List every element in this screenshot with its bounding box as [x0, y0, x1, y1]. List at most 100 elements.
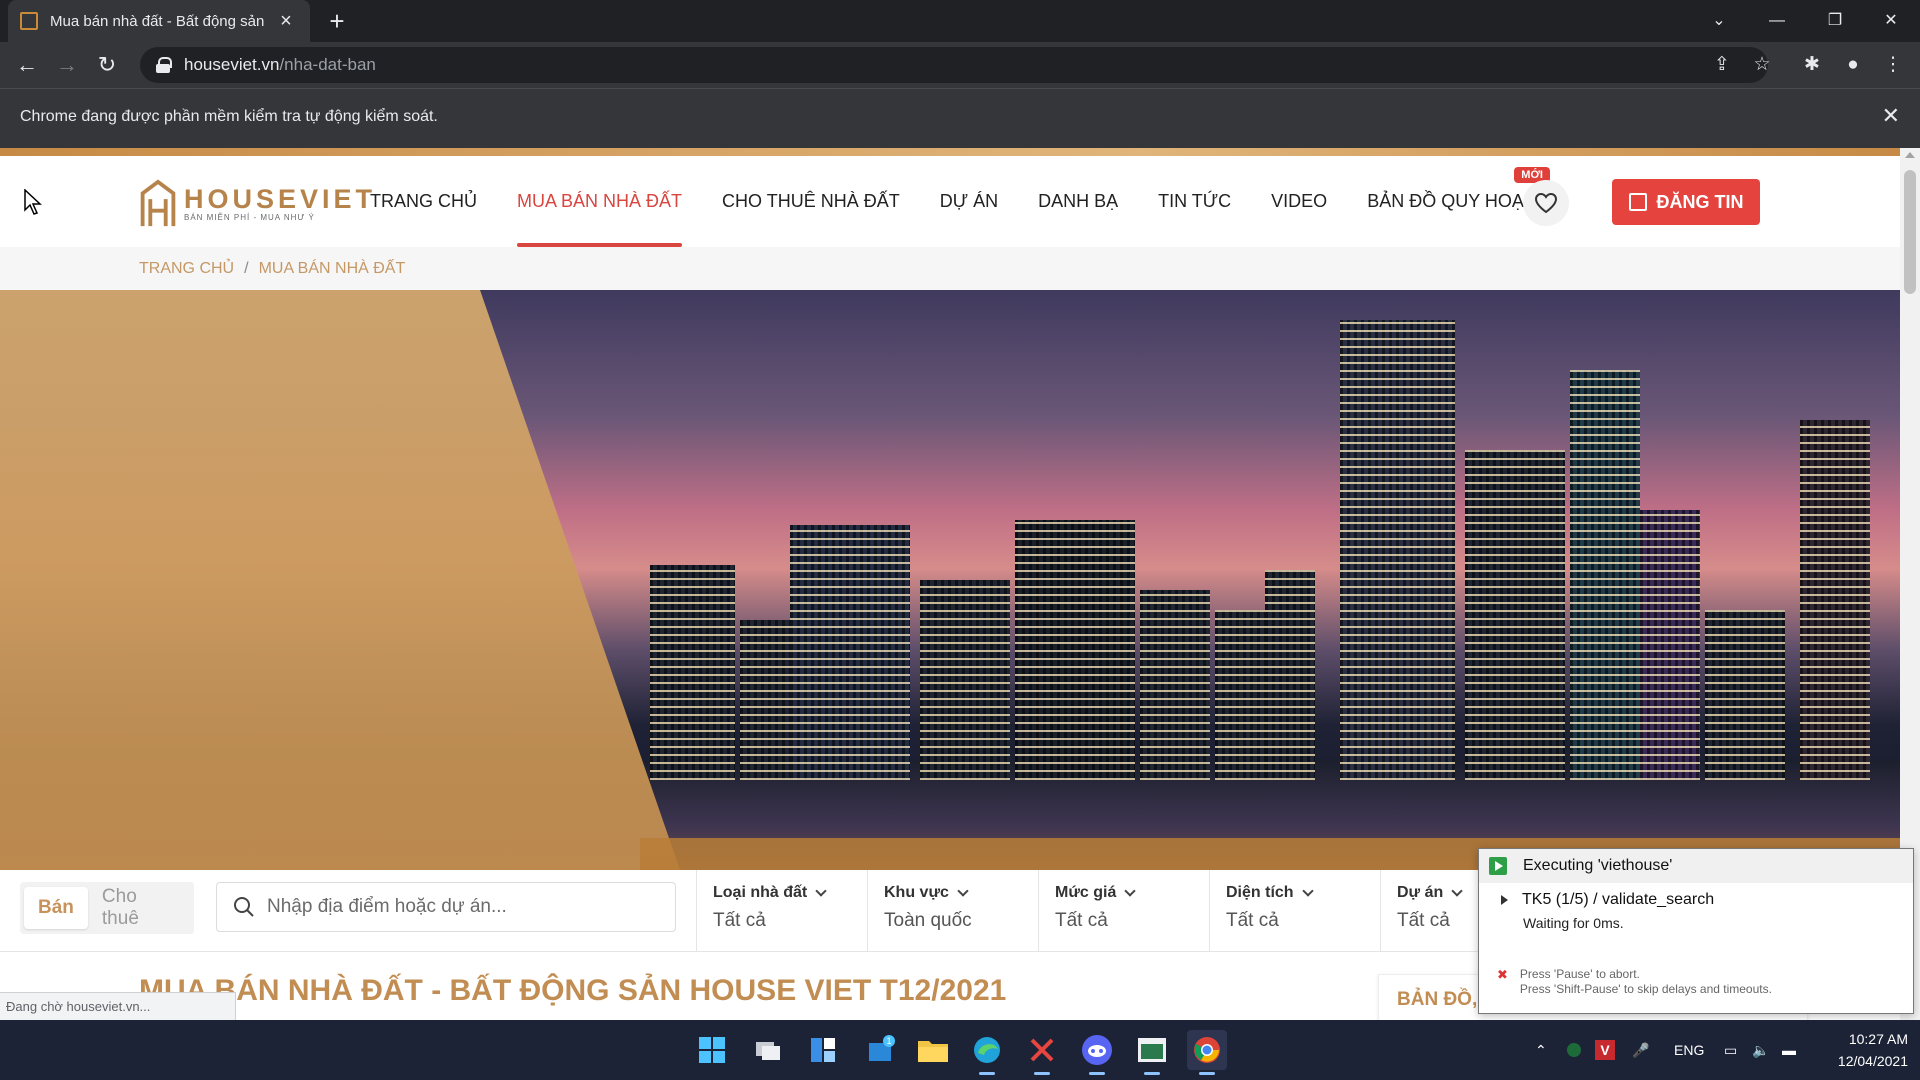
location-search-input[interactable] — [267, 896, 657, 918]
filter-size[interactable]: Diện tích Tất cả — [1209, 870, 1380, 952]
filter-price-value: Tất cả — [1055, 910, 1108, 931]
automation-hint-skip: Press 'Shift-Pause' to skip delays and t… — [1519, 982, 1772, 996]
snip-tool-icon[interactable] — [1022, 1030, 1062, 1075]
breadcrumb: TRANG CHỦ / MUA BÁN NHÀ ĐẤT — [139, 260, 405, 278]
automation-notice: Chrome đang được phần mềm kiểm tra tự độ… — [20, 108, 438, 125]
houseviet-logo[interactable]: HOUSEVIET BÁN MIỄN PHÍ - MUA NHƯ Ý — [138, 178, 376, 228]
bookmark-star-icon[interactable]: ☆ — [1745, 48, 1779, 82]
location-search-box[interactable] — [216, 882, 676, 932]
logo-name: HOUSEVIET — [184, 183, 377, 214]
filter-project-label: Dự án — [1397, 884, 1444, 901]
filter-price[interactable]: Mức giá Tất cả — [1038, 870, 1209, 952]
chevron-down-icon — [1301, 885, 1314, 897]
chrome-browser-icon[interactable] — [1187, 1030, 1227, 1075]
battery-icon[interactable]: ▬ — [1782, 1020, 1796, 1080]
type-sell-option[interactable]: Bán — [24, 887, 88, 929]
map-card-title: BẢN ĐỒ, — [1397, 989, 1478, 1010]
chevron-down-icon — [1124, 885, 1137, 897]
scroll-up-arrow-icon[interactable] — [1905, 152, 1915, 158]
status-bubble: Đang chờ houseviet.vn... — [0, 992, 236, 1020]
microsoft-store-icon[interactable]: 1 — [860, 1030, 900, 1070]
automation-infobar: Chrome đang được phần mềm kiểm tra tự độ… — [0, 88, 1920, 148]
kebab-menu-icon[interactable]: ⋮ — [1876, 48, 1910, 82]
menu-item-directory[interactable]: DANH BẠ — [1018, 156, 1138, 247]
automation-title: Executing 'viethouse' — [1523, 857, 1673, 874]
discord-icon[interactable] — [1077, 1030, 1117, 1075]
menu-item-news[interactable]: TIN TỨC — [1138, 156, 1251, 247]
window-close-icon[interactable]: ✕ — [1862, 0, 1920, 42]
url-host: houseviet.vn — [184, 55, 280, 74]
automation-waiting: Waiting for 0ms. — [1523, 915, 1624, 931]
tray-overflow-chevron-icon[interactable]: ⌃ — [1535, 1020, 1547, 1080]
filter-price-label: Mức giá — [1055, 884, 1117, 901]
favorites-heart-icon[interactable] — [1523, 180, 1569, 226]
start-windows-icon[interactable] — [692, 1030, 732, 1070]
volume-icon[interactable]: 🔈 — [1752, 1020, 1769, 1080]
reload-icon[interactable]: ↻ — [90, 48, 124, 82]
tray-v-app-icon[interactable]: V — [1595, 1020, 1615, 1080]
automation-step: TK5 (1/5) / validate_search — [1522, 891, 1715, 908]
edge-browser-icon[interactable] — [967, 1030, 1007, 1075]
logo-mark-icon — [140, 179, 176, 227]
menu-item-projects[interactable]: DỰ ÁN — [920, 156, 1018, 247]
type-rent-option[interactable]: Cho thuê — [88, 886, 190, 929]
automation-hint-pause: Press 'Pause' to abort. — [1519, 967, 1640, 981]
forward-arrow-icon[interactable]: → — [50, 48, 84, 82]
extensions-puzzle-icon[interactable]: ✱ — [1795, 48, 1829, 82]
share-icon[interactable]: ⇪ — [1705, 48, 1739, 82]
logo-tagline: BÁN MIỄN PHÍ - MUA NHƯ Ý — [184, 212, 315, 222]
filter-property-type[interactable]: Loại nhà đất Tất cả — [696, 870, 867, 952]
tray-circle-icon[interactable] — [1567, 1020, 1581, 1080]
terminal-app-icon[interactable] — [1132, 1030, 1172, 1075]
windows-taskbar: 1 ⌃ V 🎤 ENG ▭ 🔈 ▬ 10:27 AM 12/04/2021 — [0, 1020, 1920, 1080]
houseviet-favicon-icon — [20, 12, 38, 30]
chevron-down-icon — [957, 885, 969, 897]
post-listing-button[interactable]: ĐĂNG TIN — [1612, 179, 1760, 225]
menu-item-rent[interactable]: CHO THUÊ NHÀ ĐẤT — [702, 156, 920, 247]
breadcrumb-home[interactable]: TRANG CHỦ — [139, 260, 234, 278]
expand-triangle-icon[interactable] — [1501, 895, 1508, 905]
microphone-icon[interactable]: 🎤 — [1632, 1020, 1649, 1080]
listing-type-toggle: Bán Cho thuê — [20, 882, 194, 934]
filter-region-value: Toàn quốc — [884, 910, 972, 931]
post-listing-label: ĐĂNG TIN — [1656, 191, 1744, 212]
top-accent-line — [0, 148, 1900, 156]
screen: Mua bán nhà đất - Bất động sản × + ⌄ — ❐… — [0, 0, 1920, 1080]
new-tab-icon[interactable]: + — [322, 6, 352, 36]
scrollbar-thumb[interactable] — [1904, 170, 1916, 294]
infobar-close-icon[interactable]: ✕ — [1882, 103, 1900, 129]
breadcrumb-current[interactable]: MUA BÁN NHÀ ĐẤT — [259, 260, 406, 278]
restore-icon[interactable]: ❐ — [1806, 0, 1864, 42]
filter-size-value: Tất cả — [1226, 910, 1279, 931]
file-explorer-icon[interactable] — [913, 1030, 953, 1070]
system-clock[interactable]: 10:27 AM 12/04/2021 — [1808, 1028, 1908, 1072]
filter-size-label: Diện tích — [1226, 884, 1294, 901]
browser-toolbar: ← → ↻ houseviet.vn/nha-dat-ban ⇪ ☆ ✱ ● ⋮ — [0, 42, 1920, 88]
url-path: /nha-dat-ban — [279, 55, 376, 74]
site-header: HOUSEVIET BÁN MIỄN PHÍ - MUA NHƯ Ý TRANG… — [0, 156, 1900, 247]
task-view-icon[interactable] — [748, 1030, 788, 1070]
menu-item-video[interactable]: VIDEO — [1251, 156, 1347, 247]
profile-avatar-icon[interactable]: ● — [1836, 48, 1870, 82]
language-indicator[interactable]: ENG — [1674, 1020, 1704, 1080]
minimize-icon[interactable]: — — [1748, 0, 1806, 42]
breadcrumb-bar: TRANG CHỦ / MUA BÁN NHÀ ĐẤT — [0, 247, 1900, 290]
hero-banner-image — [0, 290, 1900, 870]
menu-item-home[interactable]: TRANG CHỦ — [350, 156, 497, 247]
menu-item-buy-sell[interactable]: MUA BÁN NHÀ ĐẤT — [497, 156, 702, 247]
address-bar[interactable]: houseviet.vn/nha-dat-ban — [140, 47, 1768, 83]
abort-x-icon: ✖ — [1497, 967, 1508, 982]
filter-region-label: Khu vực — [884, 884, 949, 901]
page-title: MUA BÁN NHÀ ĐẤT - BẤT ĐỘNG SẢN HOUSE VIE… — [139, 974, 1007, 1007]
tab-search-chevron-icon[interactable]: ⌄ — [1690, 0, 1748, 42]
automation-status-panel: Executing 'viethouse' TK5 (1/5) / valida… — [1478, 848, 1914, 1014]
widgets-icon[interactable] — [803, 1030, 843, 1070]
browser-tab[interactable]: Mua bán nhà đất - Bất động sản × — [8, 0, 310, 42]
breadcrumb-separator: / — [244, 260, 249, 277]
network-icon[interactable]: ▭ — [1724, 1020, 1737, 1080]
filter-area-region[interactable]: Khu vực Toàn quốc — [867, 870, 1038, 952]
search-icon — [234, 897, 254, 917]
tab-close-icon[interactable]: × — [274, 10, 298, 33]
chevron-down-icon — [1451, 885, 1463, 897]
back-arrow-icon[interactable]: ← — [10, 48, 44, 82]
